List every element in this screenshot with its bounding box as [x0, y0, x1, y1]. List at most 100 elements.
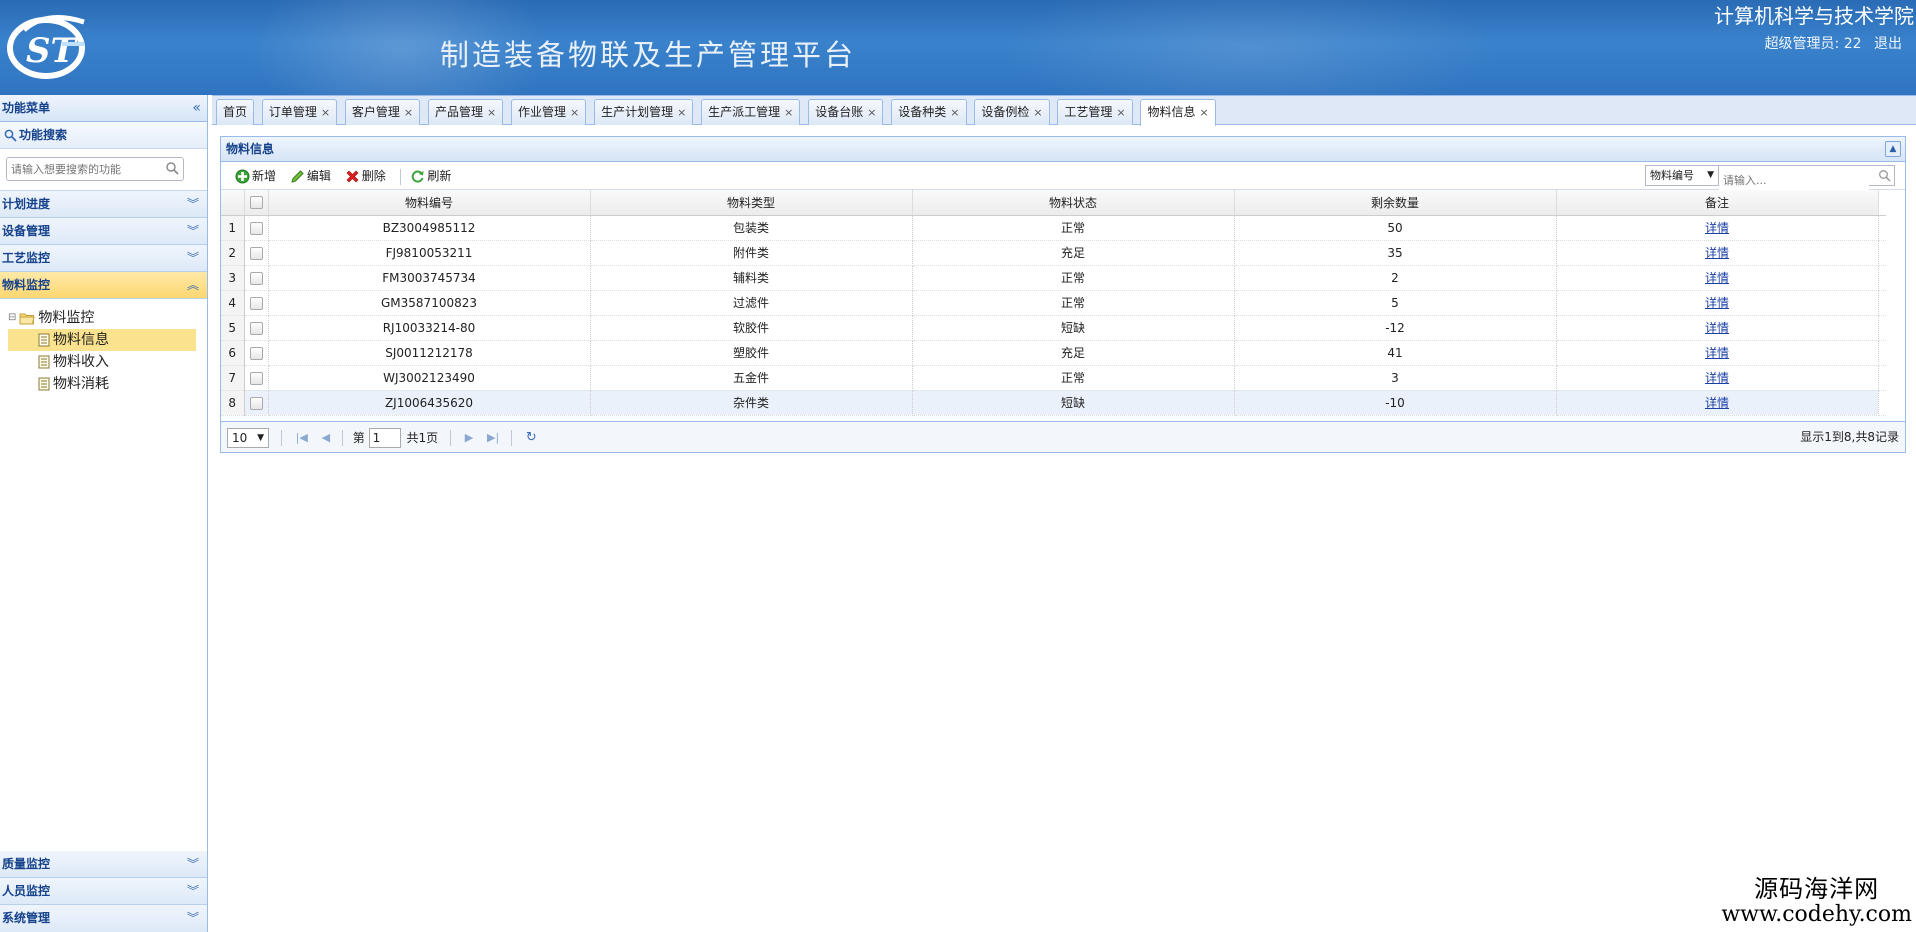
close-icon[interactable]: ×: [784, 106, 793, 119]
table-row[interactable]: 1 BZ3004985112 包装类 正常 50 详情: [221, 215, 1886, 241]
close-icon[interactable]: ×: [867, 106, 876, 119]
tab-material-info[interactable]: 物料信息 ×: [1140, 99, 1216, 126]
refresh-button[interactable]: 刷新: [410, 162, 451, 190]
column-header[interactable]: 备注: [1556, 190, 1879, 216]
status-cell: 正常: [912, 265, 1235, 291]
pager-separator: [449, 429, 451, 446]
row-checkbox[interactable]: [249, 371, 263, 385]
collapse-node-icon[interactable]: ⊟: [8, 307, 16, 329]
tab-job[interactable]: 作业管理 ×: [511, 99, 587, 125]
collapse-sidebar-icon[interactable]: «: [192, 95, 201, 122]
accordion-staff-monitor[interactable]: 人员监控 ︾: [0, 878, 207, 905]
column-header[interactable]: 剩余数量: [1234, 190, 1557, 216]
select-all-checkbox[interactable]: [249, 196, 263, 210]
function-search-box: [6, 157, 184, 181]
accordion-quality-monitor[interactable]: 质量监控 ︾: [0, 851, 207, 878]
close-icon[interactable]: ×: [1033, 106, 1042, 119]
tab-order[interactable]: 订单管理 ×: [261, 99, 338, 125]
close-icon[interactable]: ×: [321, 106, 330, 119]
scrollbar-gutter: [1878, 365, 1886, 391]
tab-dispatch[interactable]: 生产派工管理 ×: [701, 99, 801, 125]
collapse-panel-icon[interactable]: ▲: [1885, 141, 1901, 157]
type-cell: 塑胶件: [590, 340, 913, 366]
tab-production-plan[interactable]: 生产计划管理 ×: [594, 99, 694, 125]
accordion-equipment[interactable]: 设备管理 ︾: [0, 218, 207, 245]
accordion-process-monitor[interactable]: 工艺监控 ︾: [0, 245, 207, 272]
table-row[interactable]: 4 GM3587100823 过滤件 正常 5 详情: [221, 290, 1886, 316]
tab-bar: 首页 订单管理 × 客户管理 × 产品管理 × 作业管理 × 生产计划管理 × 生产派工管…: [212, 95, 1916, 126]
table-row[interactable]: 8 ZJ1006435620 杂件类 短缺 -10 详情: [221, 390, 1886, 416]
status-cell: 充足: [912, 340, 1235, 366]
table-row[interactable]: 2 FJ9810053211 附件类 充足 35 详情: [221, 240, 1886, 266]
logout-link[interactable]: 退出: [1874, 36, 1902, 52]
details-link[interactable]: 详情: [1705, 296, 1729, 310]
type-cell: 软胶件: [590, 315, 913, 341]
column-header[interactable]: 物料编号: [268, 190, 591, 216]
search-field-select[interactable]: 物料编号 ▼: [1645, 165, 1719, 186]
close-icon[interactable]: ×: [677, 106, 686, 119]
row-checkbox[interactable]: [249, 396, 263, 410]
chevron-down-icon: ︾: [186, 857, 199, 871]
close-icon[interactable]: ×: [1199, 106, 1208, 119]
accordion-system-management[interactable]: 系统管理 ︾: [0, 905, 207, 932]
last-page-icon[interactable]: ▶|: [487, 423, 499, 453]
add-button[interactable]: 新增: [235, 162, 276, 190]
code-cell: BZ3004985112: [268, 215, 591, 241]
column-header[interactable]: 物料类型: [590, 190, 913, 216]
page-number-input[interactable]: 1: [368, 427, 401, 448]
tab-customer[interactable]: 客户管理 ×: [344, 99, 421, 125]
tree-item-material-consume[interactable]: 物料消耗: [8, 373, 207, 395]
tab-equipment-ledger[interactable]: 设备台账 ×: [808, 99, 884, 125]
search-icon[interactable]: [165, 161, 179, 175]
close-icon[interactable]: ×: [404, 106, 413, 119]
details-link[interactable]: 详情: [1705, 271, 1729, 285]
details-link[interactable]: 详情: [1705, 321, 1729, 335]
grid-search-input[interactable]: [1719, 171, 1869, 190]
delete-button[interactable]: 删除: [345, 162, 386, 190]
page-size-select[interactable]: 10 ▼: [227, 427, 269, 448]
tab-home[interactable]: 首页: [216, 99, 255, 125]
tab-equipment-type[interactable]: 设备种类 ×: [891, 99, 967, 125]
row-checkbox[interactable]: [249, 271, 263, 285]
details-link[interactable]: 详情: [1705, 246, 1729, 260]
column-header[interactable]: 物料状态: [912, 190, 1235, 216]
details-link[interactable]: 详情: [1705, 346, 1729, 360]
row-checkbox[interactable]: [249, 321, 263, 335]
details-link[interactable]: 详情: [1705, 221, 1729, 235]
folder-open-icon: [19, 313, 36, 324]
tab-process[interactable]: 工艺管理 ×: [1057, 99, 1133, 125]
details-link[interactable]: 详情: [1705, 396, 1729, 410]
edit-button[interactable]: 编辑: [290, 162, 331, 190]
reload-icon[interactable]: ↻: [526, 423, 537, 453]
table-row[interactable]: 5 RJ10033214-80 软胶件 短缺 -12 详情: [221, 315, 1886, 341]
tree-root[interactable]: ⊟ 物料监控: [8, 307, 207, 329]
tree-item-material-info[interactable]: 物料信息: [8, 329, 196, 351]
search-icon[interactable]: [1878, 169, 1891, 182]
row-checkbox[interactable]: [249, 246, 263, 260]
tab-equipment-inspection[interactable]: 设备例检 ×: [974, 99, 1050, 125]
close-icon[interactable]: ×: [570, 106, 579, 119]
table-row[interactable]: 7 WJ3002123490 五金件 正常 3 详情: [221, 365, 1886, 391]
accordion-material-monitor[interactable]: 物料监控 ︽: [0, 272, 207, 299]
function-search-input[interactable]: [7, 158, 157, 180]
table-row[interactable]: 3 FM3003745734 辅料类 正常 2 详情: [221, 265, 1886, 291]
panel-title: 物料信息: [226, 142, 275, 156]
table-row[interactable]: 6 SJ0011212178 塑胶件 充足 41 详情: [221, 340, 1886, 366]
close-icon[interactable]: ×: [1116, 106, 1125, 119]
tree-item-material-income[interactable]: 物料收入: [8, 351, 207, 373]
close-icon[interactable]: ×: [487, 106, 496, 119]
sidebar-bottom-sections: 质量监控 ︾ 人员监控 ︾ 系统管理 ︾: [0, 851, 207, 932]
user-info: 超级管理员: 22 退出: [1757, 33, 1902, 53]
next-page-icon[interactable]: ▶: [465, 423, 473, 453]
row-checkbox[interactable]: [249, 296, 263, 310]
prev-page-icon[interactable]: ◀: [322, 423, 330, 453]
note-cell: 详情: [1556, 365, 1879, 391]
accordion-plan-progress[interactable]: 计划进度 ︾: [0, 191, 207, 218]
row-checkbox[interactable]: [249, 346, 263, 360]
tab-product[interactable]: 产品管理 ×: [427, 99, 504, 125]
select-all-header: [244, 190, 269, 216]
close-icon[interactable]: ×: [950, 106, 959, 119]
details-link[interactable]: 详情: [1705, 371, 1729, 385]
first-page-icon[interactable]: |◀: [296, 423, 308, 453]
row-checkbox[interactable]: [249, 221, 263, 235]
